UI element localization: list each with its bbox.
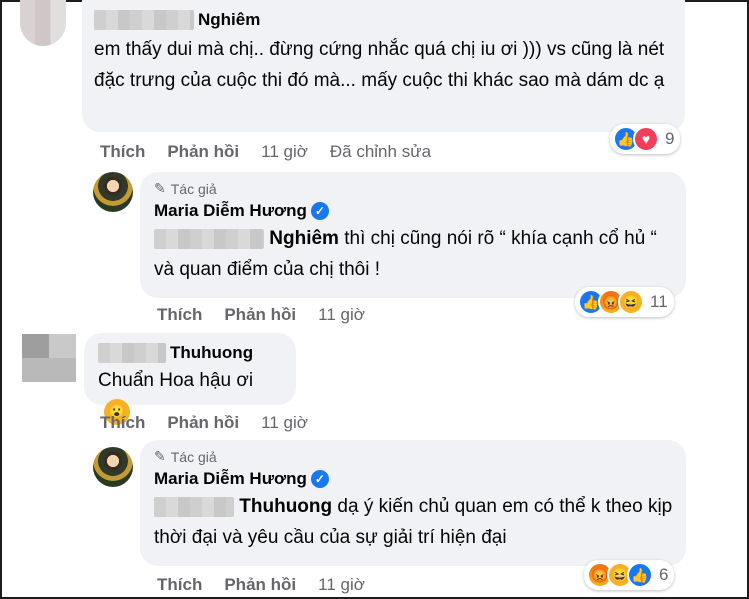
commenter-name-text: Maria Diễm Hương bbox=[154, 201, 307, 220]
pencil-icon: ✎ bbox=[154, 448, 166, 464]
timestamp[interactable]: 11 giờ bbox=[261, 142, 308, 162]
haha-icon: 😆 bbox=[618, 289, 644, 315]
reaction-summary[interactable]: 👍 ♥ 9 bbox=[610, 124, 681, 154]
timestamp[interactable]: 11 giờ bbox=[318, 305, 365, 325]
commenter-name[interactable]: Nghiêm bbox=[94, 10, 673, 30]
reply-button[interactable]: Phản hồi bbox=[224, 305, 296, 325]
mention-name[interactable]: Nghiêm bbox=[269, 228, 339, 249]
like-button[interactable]: Thích bbox=[100, 142, 145, 162]
comment-bubble: ✎ Tác giả Maria Diễm Hương ✓ Thuhuong dạ… bbox=[140, 440, 686, 566]
like-button[interactable]: Thích bbox=[100, 413, 145, 433]
commenter-name[interactable]: Maria Diễm Hương ✓ bbox=[154, 201, 672, 221]
reply-button[interactable]: Phản hồi bbox=[167, 142, 239, 162]
comment-bubble: Nghiêm em thấy dui mà chị.. đừng cứng nh… bbox=[82, 0, 685, 132]
comment-actions: Thích Phản hồi 11 giờ bbox=[157, 575, 365, 595]
reaction-summary[interactable]: 👍 😡 😆 11 bbox=[575, 287, 674, 317]
author-tag: ✎ Tác giả bbox=[154, 448, 672, 465]
reaction-count: 6 bbox=[659, 565, 669, 584]
commenter-name[interactable]: Maria Diễm Hương ✓ bbox=[154, 469, 672, 489]
author-tag: ✎ Tác giả bbox=[154, 180, 672, 197]
comment-text: Nghiêm thì chị cũng nói rõ “ khía cạnh c… bbox=[154, 223, 674, 285]
avatar[interactable] bbox=[93, 172, 133, 212]
commenter-name-text: Nghiêm bbox=[198, 10, 261, 29]
love-icon: ♥ bbox=[633, 126, 659, 152]
reaction-count: 11 bbox=[650, 292, 668, 311]
blurred-name bbox=[94, 10, 194, 30]
blurred-mention bbox=[154, 228, 264, 249]
blurred-mention bbox=[154, 496, 234, 517]
like-button[interactable]: Thích bbox=[157, 575, 202, 595]
commenter-name-text: Maria Diễm Hương bbox=[154, 469, 307, 488]
avatar[interactable] bbox=[22, 334, 76, 382]
avatar[interactable] bbox=[93, 447, 133, 487]
comment-actions: Thích Phản hồi 11 giờ Đã chỉnh sửa bbox=[100, 142, 431, 162]
comment-body: Chuẩn Hoa hậu ơi bbox=[98, 370, 254, 391]
comment-text: em thấy dui mà chị.. đừng cứng nhắc quá … bbox=[94, 39, 665, 91]
avatar[interactable] bbox=[20, 0, 66, 46]
comment-actions: Thích Phản hồi 11 giờ bbox=[157, 305, 365, 325]
comment-bubble: ✎ Tác giả Maria Diễm Hương ✓ Nghiêm thì … bbox=[140, 172, 686, 298]
mention-name[interactable]: Thuhuong bbox=[239, 496, 332, 517]
author-tag-label: Tác giả bbox=[170, 180, 217, 197]
verified-badge-icon: ✓ bbox=[310, 470, 329, 488]
reply-button[interactable]: Phản hồi bbox=[167, 413, 239, 433]
like-button[interactable]: Thích bbox=[157, 305, 202, 325]
reaction-count: 9 bbox=[665, 129, 675, 148]
reaction-summary[interactable]: 😡 😆 👍 6 bbox=[584, 560, 675, 590]
like-icon: 👍 bbox=[627, 562, 653, 588]
pencil-icon: ✎ bbox=[154, 180, 166, 196]
comment-bubble: Thuhuong Chuẩn Hoa hậu ơi 😮 bbox=[84, 333, 296, 425]
comment-actions: Thích Phản hồi 11 giờ bbox=[100, 413, 308, 433]
reply-button[interactable]: Phản hồi bbox=[224, 575, 296, 595]
timestamp[interactable]: 11 giờ bbox=[318, 575, 365, 595]
comment-text: Thuhuong dạ ý kiến chủ quan em có thể k … bbox=[154, 491, 674, 553]
blurred-name bbox=[98, 343, 166, 363]
author-tag-label: Tác giả bbox=[170, 448, 217, 465]
commenter-name-text: Thuhuong bbox=[170, 343, 254, 362]
timestamp[interactable]: 11 giờ bbox=[261, 413, 308, 433]
commenter-name[interactable]: Thuhuong bbox=[98, 343, 282, 363]
edited-label: Đã chỉnh sửa bbox=[329, 142, 432, 161]
verified-badge-icon: ✓ bbox=[310, 202, 329, 220]
